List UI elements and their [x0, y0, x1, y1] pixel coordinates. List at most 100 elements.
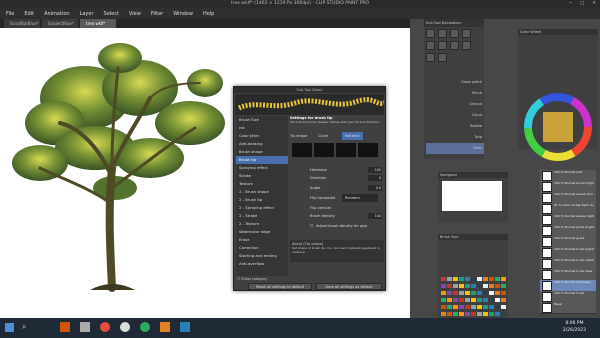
color-swatch[interactable] — [470, 311, 476, 316]
color-swatch[interactable] — [488, 276, 494, 281]
category-item[interactable]: Watercolor edge — [236, 228, 288, 236]
color-swatch[interactable] — [446, 297, 452, 302]
sub-tool-item[interactable]: Shrub — [426, 88, 484, 99]
color-swatch[interactable] — [440, 304, 446, 309]
menu-animation[interactable]: Animation — [44, 11, 70, 17]
color-swatch[interactable] — [482, 290, 488, 295]
sub-tool-item[interactable]: Grass patch — [426, 77, 484, 88]
tool-icon[interactable] — [450, 29, 459, 38]
color-swatch[interactable] — [494, 311, 500, 316]
category-item[interactable]: Erase — [236, 236, 288, 244]
tool-icon[interactable] — [438, 53, 447, 62]
sub-tool-item[interactable]: Trees — [426, 143, 484, 154]
brush-density-value[interactable]: 100 — [368, 213, 382, 219]
color-swatch[interactable] — [440, 297, 446, 302]
menu-edit[interactable]: Edit — [24, 11, 34, 17]
color-swatch[interactable] — [440, 290, 446, 295]
layer-row[interactable]: Paper — [540, 302, 596, 314]
color-swatch[interactable] — [464, 311, 470, 316]
color-swatch[interactable] — [464, 297, 470, 302]
color-swatch[interactable] — [476, 311, 482, 316]
color-swatch[interactable] — [470, 304, 476, 309]
color-swatch[interactable] — [488, 297, 494, 302]
color-swatch[interactable] — [452, 276, 458, 281]
category-item[interactable]: 2 - Spraying effect — [236, 204, 288, 212]
tool-icon[interactable] — [438, 41, 447, 50]
tip-thumb[interactable] — [292, 143, 312, 157]
color-swatch[interactable] — [476, 290, 482, 295]
tool-icon[interactable] — [450, 41, 459, 50]
category-item[interactable]: 2 - Stroke — [236, 212, 288, 220]
color-swatch[interactable] — [482, 297, 488, 302]
color-swatch[interactable] — [464, 276, 470, 281]
color-swatch[interactable] — [464, 283, 470, 288]
category-item[interactable]: Stroke — [236, 172, 288, 180]
color-swatch[interactable] — [488, 290, 494, 295]
color-swatch[interactable] — [458, 297, 464, 302]
color-swatch[interactable] — [458, 311, 464, 316]
show-category-checkbox[interactable]: ☐ — [237, 277, 240, 281]
color-swatch[interactable] — [446, 304, 452, 309]
tool-icon[interactable] — [462, 41, 471, 50]
color-swatch[interactable] — [494, 297, 500, 302]
search-icon[interactable]: ⌕ — [22, 322, 26, 332]
color-swatch[interactable] — [494, 283, 500, 288]
color-swatch[interactable] — [452, 311, 458, 316]
category-item[interactable]: Texture — [236, 180, 288, 188]
close-icon[interactable]: ✕ — [592, 0, 596, 8]
color-swatch[interactable] — [440, 283, 446, 288]
color-swatch[interactable] — [476, 304, 482, 309]
taskbar-app-icon[interactable] — [180, 322, 190, 332]
color-swatch[interactable] — [500, 304, 506, 309]
color-swatch[interactable] — [494, 290, 500, 295]
menu-layer[interactable]: Layer — [80, 11, 94, 17]
menu-help[interactable]: Help — [203, 11, 214, 17]
color-swatch[interactable] — [470, 290, 476, 295]
tip-thumb[interactable] — [358, 143, 378, 157]
sub-tool-item[interactable]: Ground — [426, 99, 484, 110]
flip-horizontal-select[interactable]: Random — [342, 194, 378, 202]
color-swatch[interactable] — [458, 276, 464, 281]
tip-thumb[interactable] — [336, 143, 356, 157]
color-swatch[interactable] — [446, 290, 452, 295]
color-swatch[interactable] — [488, 283, 494, 288]
tool-icon[interactable] — [462, 29, 471, 38]
maximize-icon[interactable]: □ — [580, 0, 584, 8]
color-wheel[interactable] — [518, 87, 598, 167]
category-item[interactable]: Brush tip — [236, 156, 288, 164]
tab-subjectblue[interactable]: SubjectBlue* — [42, 19, 78, 28]
color-swatch[interactable] — [464, 304, 470, 309]
color-swatch[interactable] — [452, 297, 458, 302]
taskbar-app-icon[interactable] — [120, 322, 130, 332]
hardness-value[interactable]: 100 — [368, 167, 382, 173]
taskbar-app-icon[interactable] — [140, 322, 150, 332]
color-swatch[interactable] — [482, 304, 488, 309]
color-swatch[interactable] — [452, 283, 458, 288]
color-swatch[interactable] — [500, 290, 506, 295]
material-option[interactable]: Material — [342, 132, 363, 140]
sub-tool-item[interactable]: Rubble — [426, 121, 484, 132]
color-swatch[interactable] — [488, 304, 494, 309]
category-item[interactable]: Anti-overflow — [236, 260, 288, 268]
category-item[interactable]: Brush shape — [236, 148, 288, 156]
category-item[interactable]: Color Jitter — [236, 132, 288, 140]
color-swatch[interactable] — [440, 276, 446, 281]
color-swatch[interactable] — [446, 276, 452, 281]
color-swatch[interactable] — [458, 283, 464, 288]
color-swatch[interactable] — [482, 283, 488, 288]
color-swatch[interactable] — [452, 290, 458, 295]
tab-scrollbarblue[interactable]: ScrollBarBlue* — [4, 19, 40, 28]
windows-start-icon[interactable] — [5, 323, 14, 332]
color-swatch[interactable] — [458, 290, 464, 295]
color-swatch[interactable] — [476, 283, 482, 288]
color-swatch[interactable] — [446, 283, 452, 288]
tab-tree[interactable]: tree.wklf* — [80, 19, 116, 28]
taskbar-app-icon[interactable] — [160, 322, 170, 332]
direction-value[interactable]: 0 — [368, 175, 382, 181]
category-item[interactable]: 2 - Brush tip — [236, 196, 288, 204]
category-item[interactable]: Brush Size — [236, 116, 288, 124]
color-swatch[interactable] — [500, 283, 506, 288]
category-item[interactable]: Correction — [236, 244, 288, 252]
color-swatch[interactable] — [464, 290, 470, 295]
tool-icon[interactable] — [426, 29, 435, 38]
